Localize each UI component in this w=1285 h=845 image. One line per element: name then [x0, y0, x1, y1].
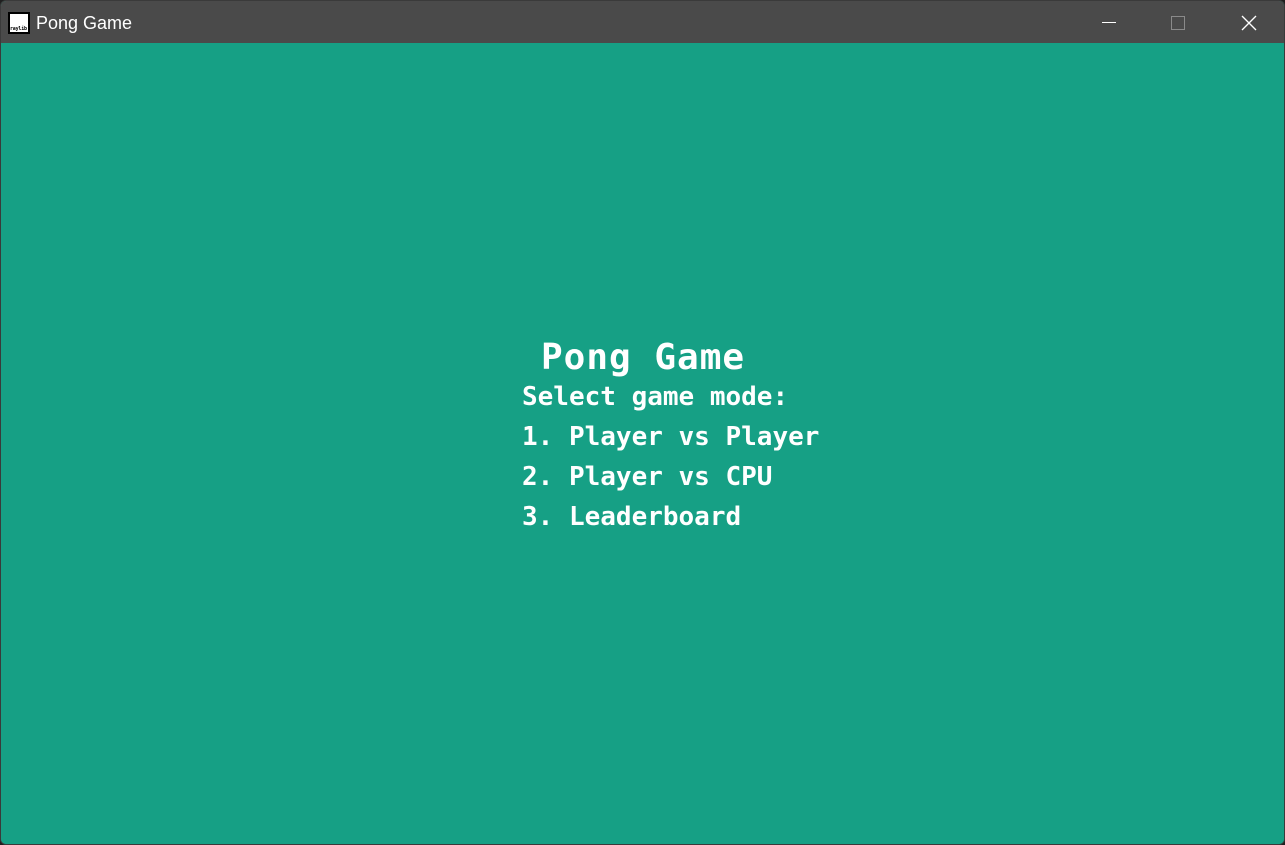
raylib-app-icon: raylib: [8, 12, 30, 34]
window-title: Pong Game: [36, 13, 133, 33]
mode-prompt: Select game mode:: [522, 382, 789, 412]
maximize-icon: [1171, 16, 1185, 30]
game-title: Pong Game: [541, 337, 746, 378]
maximize-button[interactable]: [1144, 1, 1212, 43]
minimize-icon: [1102, 22, 1116, 23]
menu-option-player-vs-cpu[interactable]: 2. Player vs CPU: [522, 461, 772, 493]
minimize-button[interactable]: [1075, 1, 1143, 43]
close-icon: [1241, 15, 1257, 31]
menu-option-leaderboard[interactable]: 3. Leaderboard: [522, 501, 741, 533]
close-button[interactable]: [1215, 1, 1283, 43]
title-bar[interactable]: raylib Pong Game: [1, 1, 1284, 43]
app-window: raylib Pong Game Pong Game Select game m…: [0, 0, 1285, 845]
menu-option-player-vs-player[interactable]: 1. Player vs Player: [522, 421, 819, 453]
app-icon-label: raylib: [10, 26, 27, 32]
game-canvas[interactable]: Pong Game Select game mode: 1. Player vs…: [1, 43, 1284, 844]
